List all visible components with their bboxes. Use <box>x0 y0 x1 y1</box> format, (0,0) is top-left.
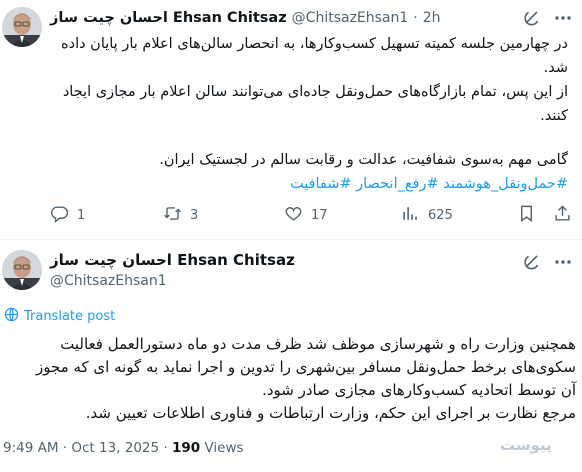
author-handle[interactable]: @ChitsazEhsan1 <box>50 273 167 289</box>
reply-count: 1 <box>77 207 86 223</box>
tweet-text-line: گامی مهم به‌سوی شفافیت، عدالت و رقابت سا… <box>159 152 568 168</box>
grok-icon[interactable] <box>522 8 542 28</box>
tweet-text-line: سکوی‌های برخط حمل‌ونقل مسافر بین‌شهری را… <box>35 358 576 376</box>
repost-icon <box>163 204 182 227</box>
post-metadata: 9:49 AM · Oct 13, 2025 · 190 Views <box>3 440 244 456</box>
tweet-text-line: آن توسط اتحادیه کسب‌وکارهای مجازی صادر ش… <box>262 381 576 399</box>
tweet-header: احسان چیت ساز Ehsan Chitsaz @ChitsazEhsa… <box>50 8 441 28</box>
reply-icon <box>50 204 69 227</box>
avatar[interactable] <box>2 250 42 290</box>
tweet-text-line: شد. <box>543 60 568 76</box>
avatar[interactable] <box>2 7 42 47</box>
more-icon[interactable] <box>552 252 574 272</box>
translate-post-link[interactable]: Translate post <box>4 307 115 326</box>
tweet-card[interactable]: احسان چیت ساز Ehsan Chitsaz @ChitsazEhsa… <box>0 0 582 240</box>
bookmark-button[interactable] <box>517 203 536 227</box>
author-handle[interactable]: @ChitsazEhsan1 <box>292 10 409 26</box>
views-icon <box>401 204 420 227</box>
bookmark-icon <box>517 204 536 227</box>
views-label: Views <box>200 440 244 456</box>
author-name[interactable]: احسان چیت ساز Ehsan Chitsaz <box>50 251 295 269</box>
translate-label: Translate post <box>24 309 116 324</box>
tweet-text-line: در چهارمین جلسه کمیته تسهیل کسب‌وکارها، … <box>61 36 568 52</box>
tweet-text-line: کنند. <box>540 108 568 124</box>
views-count: 190 <box>172 440 201 456</box>
views-count: 625 <box>428 207 453 223</box>
action-bar: 1 3 17 625 <box>0 203 582 227</box>
repost-count: 3 <box>190 207 199 223</box>
like-button[interactable]: 17 <box>284 203 328 227</box>
share-icon <box>553 204 572 227</box>
like-icon <box>284 204 303 227</box>
tweet-text-line: همچنین وزارت راه و شهرسازی موظف شد ظرف م… <box>60 335 576 353</box>
hashtag-links[interactable]: #حمل‌ونقل_هوشمند #رفع_انحصار #شفافیت <box>50 172 568 196</box>
tweet-text-line: از این پس، تمام بازارگاه‌های حمل‌ونقل جا… <box>62 84 568 100</box>
post-time[interactable]: 2h <box>423 10 441 26</box>
more-icon[interactable] <box>552 8 574 28</box>
tweet-text-line: مرجع نظارت بر اجرای این حکم، وزارت ارتبا… <box>85 404 576 422</box>
author-name[interactable]: احسان چیت ساز Ehsan Chitsaz <box>50 10 287 26</box>
watermark-logo: پیوست <box>500 436 552 454</box>
repost-button[interactable]: 3 <box>163 203 198 227</box>
separator: · <box>413 10 418 26</box>
reply-button[interactable]: 1 <box>50 203 85 227</box>
share-button[interactable] <box>553 203 572 227</box>
views-button[interactable]: 625 <box>401 203 453 227</box>
globe-icon <box>4 307 19 326</box>
like-count: 17 <box>311 207 328 223</box>
grok-icon[interactable] <box>522 252 542 272</box>
post-timestamp[interactable]: 9:49 AM · Oct 13, 2025 · <box>3 440 172 456</box>
